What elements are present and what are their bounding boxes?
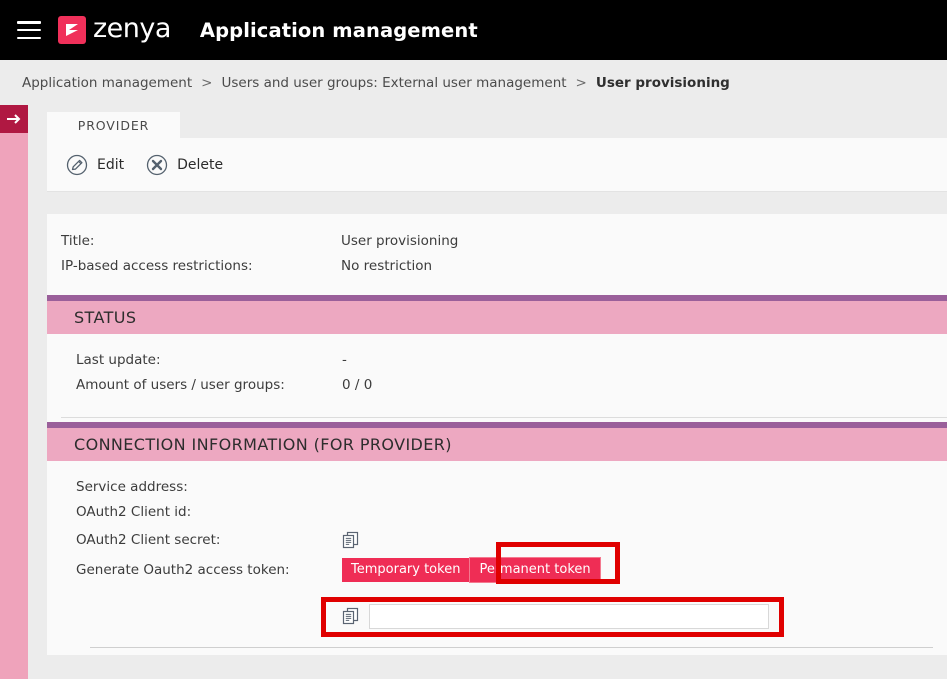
copy-client-secret-icon[interactable]: [342, 531, 359, 549]
status-value: -: [342, 351, 347, 368]
detail-value: User provisioning: [341, 232, 459, 249]
breadcrumb: Application management > Users and user …: [0, 60, 947, 105]
sidebar-expand-button[interactable]: [0, 105, 28, 133]
detail-row-ip-restrictions: IP-based access restrictions: No restric…: [61, 253, 947, 278]
action-toolbar: Edit Delete: [47, 138, 947, 192]
status-label: Last update:: [76, 351, 161, 368]
arrow-right-icon: [7, 114, 21, 124]
section-divider: [61, 417, 947, 418]
page-title: Application management: [199, 18, 478, 42]
delete-button[interactable]: Delete: [146, 154, 223, 176]
connection-row-client-id: OAuth2 Client id:: [76, 499, 947, 524]
token-input[interactable]: [369, 603, 769, 629]
detail-label: IP-based access restrictions:: [61, 257, 253, 274]
detail-label: Title:: [61, 232, 95, 249]
copy-token-icon[interactable]: [342, 607, 359, 625]
zenya-logo[interactable]: zenya: [58, 15, 171, 45]
breadcrumb-item-user-provisioning: User provisioning: [595, 74, 730, 91]
connection-row-generate-token: Generate Oauth2 access token: Temporary …: [76, 542, 947, 585]
pencil-circle-icon: [66, 154, 88, 176]
connection-label: Service address:: [76, 478, 188, 495]
hamburger-line: [17, 36, 41, 39]
status-section-header: STATUS: [47, 295, 947, 334]
status-label: Amount of users / user groups:: [76, 376, 285, 393]
details-panel: Title: User provisioning IP-based access…: [47, 214, 947, 655]
detail-row-title: Title: User provisioning: [61, 228, 947, 253]
top-app-bar: zenya Application management: [0, 0, 947, 60]
zenya-logo-text: zenya: [93, 13, 171, 44]
connection-row-service-address: Service address:: [76, 474, 947, 499]
status-value: 0 / 0: [342, 376, 373, 393]
connection-label: OAuth2 Client secret:: [76, 531, 221, 548]
panel-bottom-divider: [90, 647, 933, 648]
token-output-row: [76, 597, 947, 637]
hamburger-menu-icon[interactable]: [17, 21, 41, 39]
breadcrumb-separator: >: [201, 74, 213, 91]
panel-gap: [47, 192, 947, 214]
breadcrumb-item-external-user-management[interactable]: Users and user groups: External user man…: [221, 75, 566, 91]
edit-button[interactable]: Edit: [66, 154, 124, 176]
connection-row-client-secret: OAuth2 Client secret:: [76, 524, 947, 555]
detail-value: No restriction: [341, 257, 433, 274]
edit-button-label: Edit: [97, 156, 125, 173]
connection-section-header: CONNECTION INFORMATION (FOR PROVIDER): [47, 422, 947, 461]
general-details-block: Title: User provisioning IP-based access…: [47, 214, 947, 291]
hamburger-line: [17, 21, 41, 24]
connection-label: Generate Oauth2 access token:: [76, 562, 290, 578]
temporary-token-button[interactable]: Temporary token: [342, 557, 470, 583]
status-row-last-update: Last update: -: [76, 347, 947, 372]
hamburger-line: [17, 28, 41, 32]
status-row-amount-of-users: Amount of users / user groups: 0 / 0: [76, 372, 947, 397]
connection-section-body: Service address: OAuth2 Client id: OAuth…: [47, 461, 947, 660]
x-circle-icon: [146, 154, 168, 176]
zenya-logo-mark-icon: [58, 16, 86, 44]
permanent-token-button[interactable]: Permanent token: [469, 556, 601, 584]
tab-provider[interactable]: PROVIDER: [47, 112, 180, 138]
breadcrumb-item-application-management[interactable]: Application management: [22, 75, 192, 91]
breadcrumb-separator: >: [575, 74, 587, 91]
content-card: PROVIDER Edit Delete Title: User provisi…: [47, 112, 947, 655]
tab-strip: PROVIDER: [47, 112, 947, 138]
left-sidebar-rail: [0, 133, 28, 679]
delete-button-label: Delete: [177, 156, 224, 173]
connection-label: OAuth2 Client id:: [76, 503, 192, 520]
status-section-body: Last update: - Amount of users / user gr…: [47, 334, 947, 409]
